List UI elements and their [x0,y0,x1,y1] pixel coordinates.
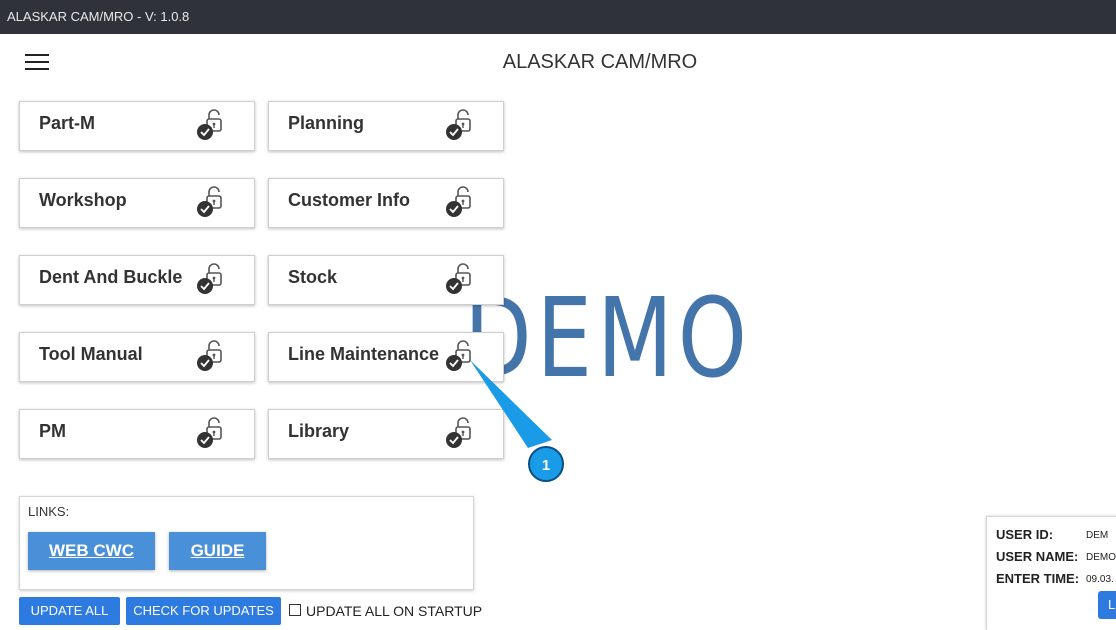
module-tile-customer-info[interactable]: Customer Info [268,178,504,228]
module-tile-stock[interactable]: Stock [268,255,504,305]
user-id-label: USER ID: [996,527,1054,542]
module-tile-pm[interactable]: PM [19,409,255,459]
unlocked-check-icon [446,186,471,217]
module-tile-dent-and-buckle[interactable]: Dent And Buckle [19,255,255,305]
demo-watermark: DEMO [464,274,752,402]
module-label: PM [39,421,66,441]
check-for-updates-button[interactable]: CHECK FOR UPDATES [126,597,281,625]
links-header: LINKS: [28,504,70,519]
module-label: Stock [288,267,338,287]
unlocked-check-icon [446,109,471,140]
guide-link-button[interactable]: GUIDE [169,532,266,570]
module-label: Tool Manual [39,344,143,364]
module-tile-line-maintenance[interactable]: Line Maintenance [268,332,504,382]
unlocked-check-icon [197,417,222,448]
unlocked-check-icon [197,109,222,140]
user-info-panel: USER ID: DEM USER NAME: DEMO ENTER TIME:… [986,516,1116,630]
module-label: Line Maintenance [288,344,440,364]
module-label: Customer Info [288,190,411,210]
unlocked-check-icon [446,417,471,448]
enter-time-label: ENTER TIME: [996,571,1080,586]
user-id-value: DEM [1086,530,1109,541]
module-label: Planning [288,113,364,133]
module-tile-planning[interactable]: Planning [268,101,504,151]
hamburger-menu-icon[interactable] [25,52,49,72]
update-all-button[interactable]: UPDATE ALL [19,597,120,625]
user-name-label: USER NAME: [996,549,1079,564]
module-tile-library[interactable]: Library [268,409,504,459]
update-on-startup-label: UPDATE ALL ON STARTUP [306,603,483,619]
module-label: Dent And Buckle [39,267,183,287]
module-label: Workshop [39,190,127,210]
web-cwc-link-button[interactable]: WEB CWC [28,532,155,570]
unlocked-check-icon [197,340,222,371]
update-on-startup-checkbox[interactable] [289,604,301,616]
window-titlebar: ALASKAR CAM/MRO - V: 1.0.8 [0,0,1116,34]
window-title: ALASKAR CAM/MRO - V: 1.0.8 [7,9,190,24]
unlocked-check-icon [446,263,471,294]
user-name-value: DEMO [1086,552,1116,563]
unlocked-check-icon [197,186,222,217]
enter-time-value: 09.03. [1086,574,1114,585]
module-tile-tool-manual[interactable]: Tool Manual [19,332,255,382]
links-panel: LINKS: WEB CWC GUIDE [19,496,474,590]
module-label: Part-M [39,113,96,133]
app-title: ALASKAR CAM/MRO [502,51,698,73]
module-tile-workshop[interactable]: Workshop [19,178,255,228]
unlocked-check-icon [197,263,222,294]
module-label: Library [288,421,350,441]
callout-number: 1 [542,457,550,474]
module-tile-part-m[interactable]: Part-M [19,101,255,151]
unlocked-check-icon [446,340,471,371]
user-action-button[interactable]: L [1098,591,1116,619]
